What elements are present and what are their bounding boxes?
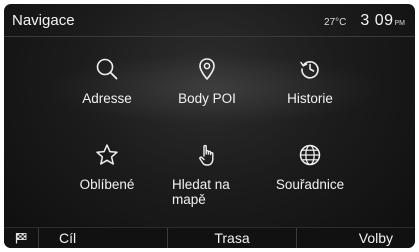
menu-item-favorites[interactable]: Oblíbené: [52, 142, 162, 192]
checkered-flag-icon: [15, 233, 27, 244]
menu-item-label: Hledat na mapě: [172, 177, 230, 207]
bottom-bar: Cíl Trasa Volby: [4, 227, 415, 248]
menu-item-search-map[interactable]: Hledat na mapě: [152, 142, 262, 207]
star-icon: [96, 144, 118, 165]
menu-grid: Adresse Body POI Historie Oblíbené Hleda…: [4, 4, 415, 248]
menu-item-label: Historie: [287, 91, 333, 106]
destination-button[interactable]: Cíl: [39, 228, 167, 248]
navigation-screen: Navigace 27°C 3 09 PM Adresse Body POI H…: [4, 4, 415, 248]
options-button[interactable]: Volby: [297, 228, 415, 248]
route-button[interactable]: Trasa: [168, 228, 296, 248]
menu-item-poi[interactable]: Body POI: [152, 56, 262, 106]
menu-item-label: Oblíbené: [79, 177, 135, 192]
menu-item-history[interactable]: Historie: [255, 56, 365, 106]
checkered-flag-button[interactable]: [4, 232, 38, 244]
menu-item-coordinates[interactable]: Souřadnice: [255, 142, 365, 192]
menu-item-address[interactable]: Adresse: [52, 56, 162, 106]
menu-item-label: Adresse: [82, 91, 132, 106]
hand-pointer-icon: [199, 144, 214, 166]
map-pin-icon: [199, 58, 215, 80]
history-icon: [300, 61, 319, 79]
search-icon: [96, 58, 118, 80]
menu-item-label: Body POI: [178, 91, 236, 106]
globe-icon: [299, 144, 321, 166]
menu-item-label: Souřadnice: [275, 177, 345, 192]
